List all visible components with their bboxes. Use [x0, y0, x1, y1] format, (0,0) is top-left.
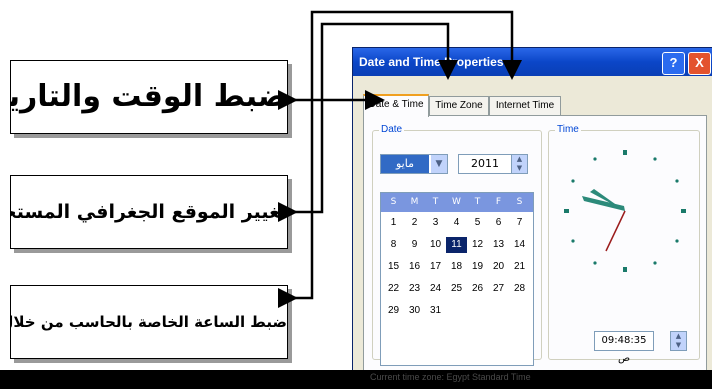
calendar-day[interactable]: 1 [383, 215, 404, 231]
calendar-day[interactable]: 20 [488, 259, 509, 275]
calendar-day[interactable]: 3 [425, 215, 446, 231]
tab-panel: Date Time مايو ▼ 2011 ▲ ▼ SMTWTFS 1234567… [363, 115, 707, 372]
calendar-day[interactable]: 29 [383, 303, 404, 319]
time-stepper[interactable]: ▲ ▼ [670, 331, 687, 351]
year-field[interactable]: 2011 [458, 154, 512, 174]
calendar-day[interactable]: 5 [467, 215, 488, 231]
analog-clock [564, 150, 686, 272]
year-stepper[interactable]: ▲ ▼ [511, 154, 528, 174]
month-value: مايو [381, 155, 429, 173]
calendar-day[interactable]: 7 [509, 215, 530, 231]
calendar-day[interactable]: 25 [446, 281, 467, 297]
calendar-day-header: T [432, 197, 439, 207]
calendar-day[interactable]: 4 [446, 215, 467, 231]
calendar-day[interactable]: 13 [488, 237, 509, 253]
calendar-day[interactable]: 23 [404, 281, 425, 297]
window-title-bar: Date and Time Properties ? X [353, 48, 712, 76]
time-group-label: Time [555, 124, 581, 135]
calendar-day[interactable]: 27 [488, 281, 509, 297]
calendar-day[interactable]: 18 [446, 259, 467, 275]
time-zone-callout: تغيير الموقع الجغرافي المستخدم لضبط الوق… [10, 175, 288, 249]
time-input[interactable]: 09:48:35 ص [594, 331, 654, 364]
calendar-header: SMTWTFS [381, 193, 533, 212]
calendar-day[interactable]: 30 [404, 303, 425, 319]
calendar-day[interactable]: 11 [446, 237, 467, 253]
calendar-day-header: S [390, 197, 397, 207]
calendar-day[interactable]: 8 [383, 237, 404, 253]
help-button[interactable]: ? [662, 52, 685, 75]
calendar-day[interactable]: 31 [425, 303, 446, 319]
calendar-day[interactable]: 2 [404, 215, 425, 231]
chevron-down-icon[interactable]: ▼ [431, 155, 447, 173]
window-title: Date and Time Properties [359, 55, 504, 69]
calendar-day[interactable]: 22 [383, 281, 404, 297]
tab-internet-time[interactable]: Internet Time [489, 96, 561, 115]
date-time-callout: ضبط الوقت والتاريخ [10, 60, 288, 134]
date-group-label: Date [379, 124, 405, 135]
calendar-day[interactable]: 28 [509, 281, 530, 297]
calendar-day-header: F [495, 197, 502, 207]
calendar-day[interactable]: 10 [425, 237, 446, 253]
tab-time-zone[interactable]: Time Zone [429, 96, 489, 115]
calendar-day[interactable]: 17 [425, 259, 446, 275]
close-button[interactable]: X [688, 52, 711, 75]
tab-date-time[interactable]: Date & Time [363, 94, 429, 117]
calendar-grid: SMTWTFS 1 2 3 4 5 6 7 8 9 10 11 12 13 14 15 16 17 18 19 20 2… [380, 192, 534, 366]
calendar-day[interactable]: 15 [383, 259, 404, 275]
bottom-bar [0, 370, 712, 389]
calendar-day[interactable]: 21 [509, 259, 530, 275]
calendar-day[interactable]: 24 [425, 281, 446, 297]
calendar-day-header: S [516, 197, 523, 207]
calendar-day[interactable]: 19 [467, 259, 488, 275]
calendar-day[interactable]: 12 [467, 237, 488, 253]
calendar-day[interactable]: 14 [509, 237, 530, 253]
year-value: 2011 [471, 157, 499, 170]
calendar-day-header: T [474, 197, 481, 207]
calendar-day-header: W [452, 197, 461, 207]
date-time-properties-window: Date and Time Properties ? X Date & Time… [352, 47, 712, 379]
calendar-day[interactable]: 6 [488, 215, 509, 231]
calendar-day-header: M [410, 197, 419, 207]
calendar-day[interactable]: 26 [467, 281, 488, 297]
calendar-day[interactable]: 16 [404, 259, 425, 275]
calendar-day[interactable]: 9 [404, 237, 425, 253]
internet-time-callout: ضبط الساعة الخاصة بالحاسب من خلال شبكة ا… [10, 285, 288, 359]
time-zone-status: Current time zone: Egypt Standard Time [370, 372, 531, 382]
month-select[interactable]: مايو ▼ [380, 154, 448, 174]
